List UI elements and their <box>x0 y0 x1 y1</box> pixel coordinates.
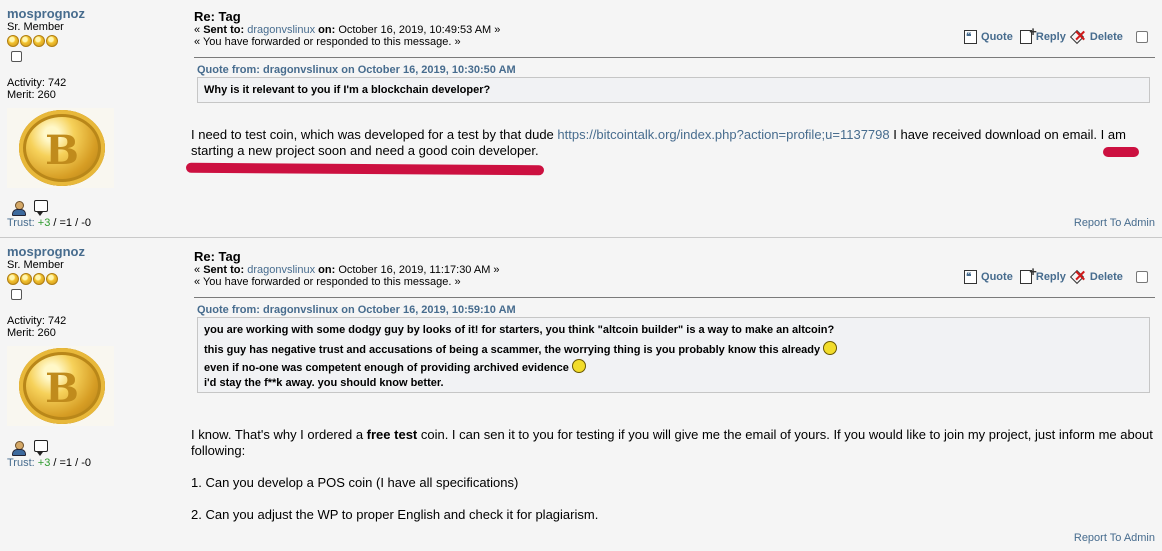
shocked-smiley-icon <box>823 341 838 355</box>
star-icon <box>20 35 32 47</box>
message-buttons: Quote Reply Delete <box>960 262 1148 288</box>
poster-username[interactable]: mosprognoz <box>7 244 182 259</box>
profile-icon[interactable] <box>12 441 26 456</box>
star-icon <box>7 35 19 47</box>
bitcoin-coin-icon: B <box>19 348 105 424</box>
poster-username[interactable]: mosprognoz <box>7 6 182 21</box>
quote-icon <box>964 268 978 288</box>
star-icon <box>7 273 19 285</box>
quote-button[interactable]: Quote <box>964 267 1013 288</box>
reply-icon <box>1019 262 1037 285</box>
quote-icon <box>964 28 978 48</box>
message-body: I need to test coin, which was developed… <box>191 127 1126 158</box>
poster-actions <box>7 440 67 456</box>
rank-stars <box>7 35 182 47</box>
body-paragraph: I know. That's why I ordered a free test… <box>191 427 1153 458</box>
message-date: October 16, 2019, 10:49:53 AM » <box>338 24 501 36</box>
redaction-mark <box>185 162 545 176</box>
report-to-admin-link[interactable]: Report To Admin <box>1074 532 1155 544</box>
trust-score: Trust: +3 / =1 / -0 <box>7 217 91 229</box>
activity-stat: Activity: 742 <box>7 77 67 89</box>
quote-header[interactable]: Quote from: dragonvslinux on October 16,… <box>197 64 516 76</box>
delete-icon <box>1073 267 1087 287</box>
reply-icon <box>1019 22 1037 45</box>
select-checkbox[interactable] <box>1136 31 1148 44</box>
forwarded-notice: « You have forwarded or responded to thi… <box>194 36 461 48</box>
delete-button[interactable]: Delete <box>1073 27 1123 47</box>
poster-info: mosprognoz Sr. Member Activity: 742 Meri… <box>7 244 182 426</box>
avatar: B <box>7 346 114 426</box>
star-icon <box>20 273 32 285</box>
avatar: B <box>7 108 114 188</box>
reply-button[interactable]: Reply <box>1019 262 1066 287</box>
merit-stat: Merit: 260 <box>7 89 56 101</box>
star-icon <box>33 35 45 47</box>
poster-actions <box>7 200 67 216</box>
message-post: mosprognoz Sr. Member Activity: 742 Meri… <box>0 238 1162 551</box>
star-icon <box>33 273 45 285</box>
redaction-mark <box>1103 147 1139 157</box>
message-meta: « Sent to: dragonvslinux on: October 16,… <box>194 264 500 288</box>
recipient-link[interactable]: dragonvslinux <box>247 264 315 276</box>
forwarded-notice: « You have forwarded or responded to thi… <box>194 276 461 288</box>
cool-smiley-icon <box>571 359 586 373</box>
profile-link[interactable]: https://bitcointalk.org/index.php?action… <box>557 127 889 142</box>
activity-stat: Activity: 742 <box>7 315 67 327</box>
star-icon <box>46 35 58 47</box>
message-subject[interactable]: Re: Tag <box>194 249 241 264</box>
message-body: I know. That's why I ordered a free test… <box>191 427 1159 539</box>
merit-stat: Merit: 260 <box>7 327 56 339</box>
quote-body: Why is it relevant to you if I'm a block… <box>197 77 1150 103</box>
profile-icon[interactable] <box>12 201 26 216</box>
body-paragraph: 2. Can you adjust the WP to proper Engli… <box>191 507 599 522</box>
online-status-icon <box>11 289 22 300</box>
message-subject[interactable]: Re: Tag <box>194 9 241 24</box>
reply-button[interactable]: Reply <box>1019 22 1066 47</box>
quote-header[interactable]: Quote from: dragonvslinux on October 16,… <box>197 304 516 316</box>
recipient-link[interactable]: dragonvslinux <box>247 24 315 36</box>
message-date: October 16, 2019, 11:17:30 AM » <box>338 264 500 276</box>
quote-button[interactable]: Quote <box>964 27 1013 48</box>
body-paragraph: 1. Can you develop a POS coin (I have al… <box>191 475 519 490</box>
rank-stars <box>7 273 182 285</box>
header-divider <box>194 57 1155 58</box>
pm-icon[interactable] <box>34 440 48 456</box>
message-buttons: Quote Reply Delete <box>960 22 1148 48</box>
message-meta: « Sent to: dragonvslinux on: October 16,… <box>194 24 501 48</box>
pm-icon[interactable] <box>34 200 48 216</box>
poster-rank: Sr. Member <box>7 21 64 33</box>
header-divider <box>194 297 1155 298</box>
message-post: mosprognoz Sr. Member Activity: 742 Meri… <box>0 0 1162 238</box>
delete-icon <box>1073 27 1087 47</box>
quote-body: you are working with some dodgy guy by l… <box>197 317 1150 393</box>
report-to-admin-link[interactable]: Report To Admin <box>1074 217 1155 229</box>
star-icon <box>46 273 58 285</box>
poster-rank: Sr. Member <box>7 259 64 271</box>
trust-score: Trust: +3 / =1 / -0 <box>7 457 91 469</box>
delete-button[interactable]: Delete <box>1073 267 1123 287</box>
online-status-icon <box>11 51 22 62</box>
bitcoin-coin-icon: B <box>19 110 105 186</box>
poster-info: mosprognoz Sr. Member Activity: 742 Meri… <box>7 6 182 188</box>
select-checkbox[interactable] <box>1136 271 1148 284</box>
